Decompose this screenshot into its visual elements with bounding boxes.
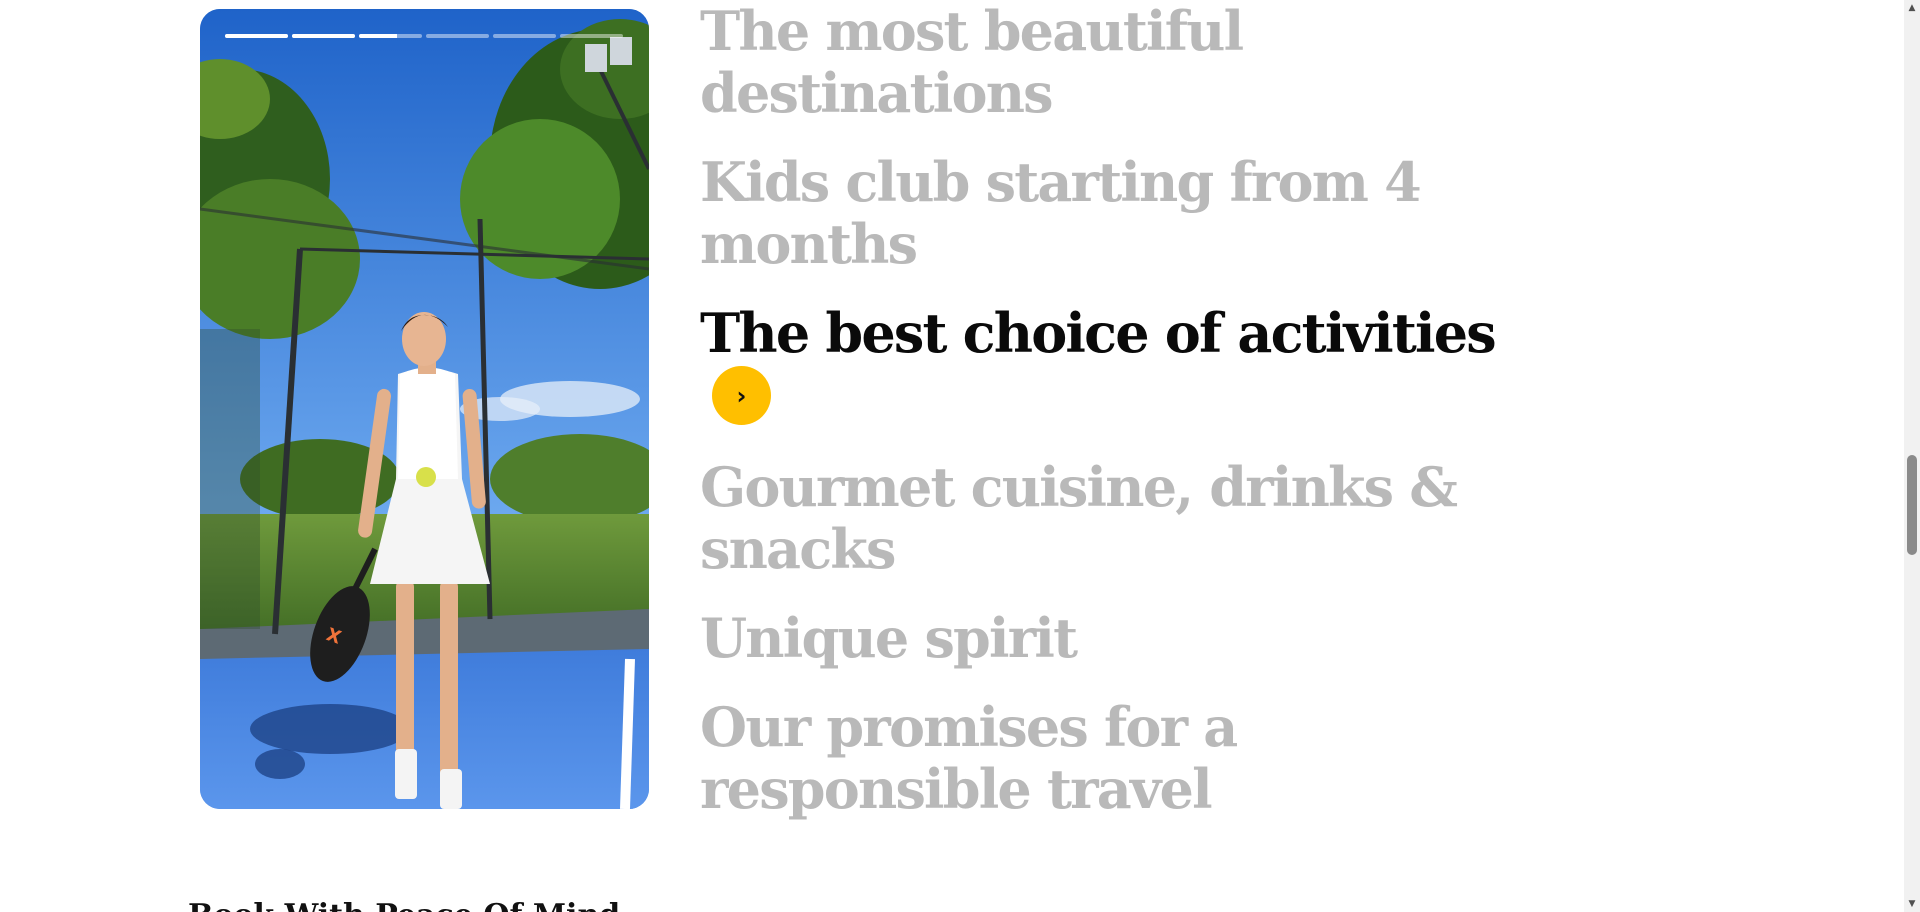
feature-go-button[interactable]: ›: [712, 366, 771, 426]
feature-item[interactable]: The best choice of activities ›: [700, 302, 1560, 429]
story-progress-segment[interactable]: [426, 34, 489, 38]
story-progress-segment[interactable]: [292, 34, 355, 38]
feature-list: The most beautiful destinations Kids club…: [700, 0, 1560, 847]
scroll-up-arrow-icon[interactable]: ▲: [1904, 0, 1920, 16]
feature-item[interactable]: The most beautiful destinations: [700, 0, 1560, 124]
scroll-down-arrow-icon[interactable]: ▼: [1904, 896, 1920, 912]
story-progress-fill: [359, 34, 397, 38]
next-section-heading: Book With Peace Of Mind: [188, 898, 620, 912]
story-progress-segment[interactable]: [359, 34, 422, 38]
story-progress-segment[interactable]: [225, 34, 288, 38]
story-progress-segment[interactable]: [493, 34, 556, 38]
feature-item[interactable]: Our promises for a responsible travel: [700, 696, 1560, 820]
story-card[interactable]: X: [200, 9, 649, 809]
chevron-right-icon: ›: [736, 381, 747, 410]
story-progress: [225, 34, 623, 38]
story-image: X: [200, 9, 649, 809]
feature-item[interactable]: Unique spirit: [700, 607, 1560, 669]
feature-label: The best choice of activities: [700, 301, 1497, 365]
feature-item[interactable]: Gourmet cuisine, drinks & snacks: [700, 456, 1560, 580]
feature-label: Our promises for a responsible travel: [700, 695, 1238, 822]
page: X The most beautiful destinations Kids cl…: [0, 0, 1920, 912]
story-progress-fill: [225, 34, 288, 38]
feature-label: Gourmet cuisine, drinks & snacks: [700, 455, 1458, 582]
scrollbar-thumb[interactable]: [1907, 455, 1917, 555]
feature-item[interactable]: Kids club starting from 4 months: [700, 151, 1560, 275]
story-progress-fill: [292, 34, 355, 38]
feature-label: Kids club starting from 4 months: [700, 150, 1422, 276]
feature-label: Unique spirit: [700, 606, 1078, 671]
story-progress-segment[interactable]: [560, 34, 623, 38]
feature-label: The most beautiful destinations: [700, 0, 1244, 125]
scrollbar[interactable]: ▲ ▼: [1904, 0, 1920, 912]
